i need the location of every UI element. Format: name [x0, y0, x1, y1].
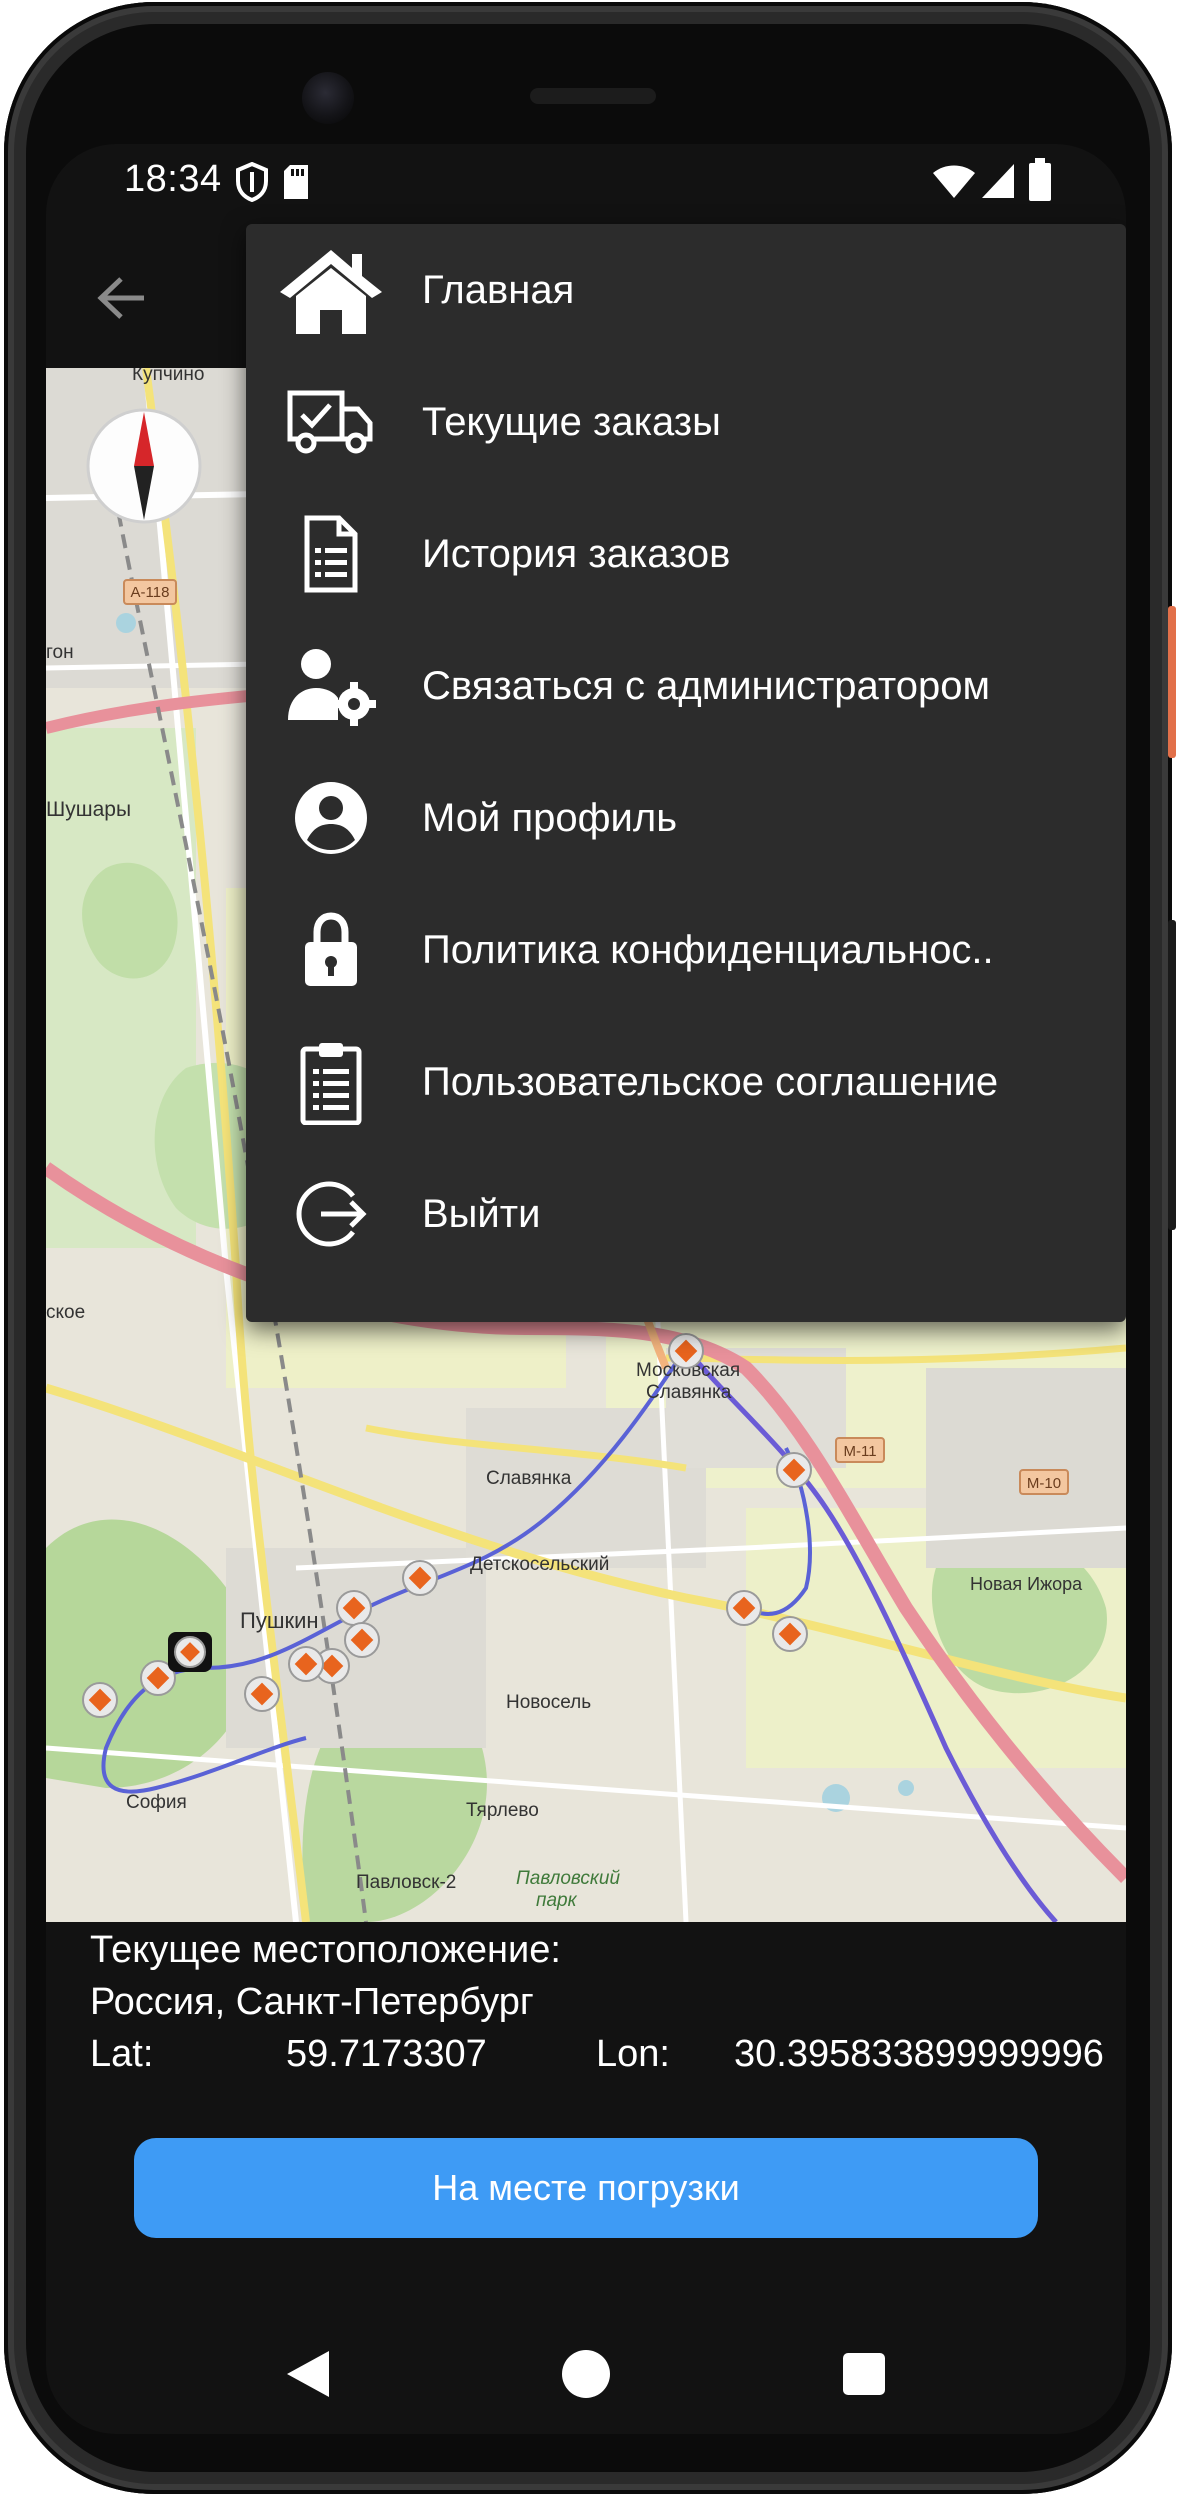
- map-label-detskoselsky: Детскосельский: [470, 1554, 609, 1575]
- menu-item-logout[interactable]: Выйти: [246, 1148, 1126, 1280]
- menu-item-order-history[interactable]: История заказов: [246, 488, 1126, 620]
- map-label-kupchino: Купчино: [132, 368, 204, 385]
- menu-label-order-history: История заказов: [422, 532, 731, 576]
- map-label-tyarlevo: Тярлево: [466, 1800, 539, 1821]
- vehicle-marker-icon[interactable]: [168, 1632, 212, 1672]
- nav-back-button[interactable]: [268, 2334, 348, 2414]
- menu-item-privacy-policy[interactable]: Политика конфиденциальнос..: [246, 884, 1126, 1016]
- earpiece-speaker: [530, 88, 656, 104]
- map-label-slavyanka: Славянка: [486, 1468, 572, 1489]
- menu-label-my-profile: Мой профиль: [422, 796, 678, 840]
- battery-icon: [1028, 158, 1052, 207]
- orange-diamond-marker-icon[interactable]: [668, 1333, 704, 1369]
- nav-home-button[interactable]: [546, 2334, 626, 2414]
- menu-label-user-agreement: Пользовательское соглашение: [422, 1060, 999, 1104]
- menu-label-current-orders: Текущие заказы: [422, 400, 721, 444]
- menu-item-my-profile[interactable]: Мой профиль: [246, 752, 1126, 884]
- road-shield-m11: М-11: [835, 1437, 885, 1463]
- clipboard-list-icon: [276, 1036, 386, 1128]
- lon-value: 30.395833899999996: [734, 2033, 1104, 2075]
- map-label-pavlovsk2: Павловск-2: [356, 1872, 456, 1893]
- menu-label-logout: Выйти: [422, 1192, 541, 1236]
- road-shield-a118: А-118: [123, 579, 177, 605]
- menu-item-user-agreement[interactable]: Пользовательское соглашение: [246, 1016, 1126, 1148]
- menu-label-contact-admin: Связаться с администратором: [422, 664, 991, 708]
- back-triangle-icon: [287, 2351, 329, 2397]
- document-list-icon: [276, 508, 386, 600]
- map-label-novaya-izhora: Новая Ижора: [970, 1574, 1083, 1594]
- logout-icon: [276, 1168, 386, 1260]
- orange-diamond-marker-icon[interactable]: [336, 1590, 372, 1626]
- volume-button: [1168, 920, 1176, 1230]
- arrow-left-icon: [97, 277, 144, 319]
- signal-icon: [980, 162, 1016, 205]
- map-label-gon: гон: [46, 642, 74, 663]
- system-nav-bar: [46, 2314, 1126, 2434]
- account-circle-icon: [276, 772, 386, 864]
- home-icon: [276, 244, 386, 336]
- lat-value: 59.7173307: [286, 2033, 487, 2075]
- menu-label-home: Главная: [422, 268, 575, 312]
- lat-label: Lat:: [90, 2033, 154, 2075]
- power-button: [1168, 606, 1176, 758]
- lon-label: Lon:: [596, 2033, 670, 2075]
- map-label-park: парк: [536, 1890, 578, 1911]
- at-loading-place-button[interactable]: На месте погрузки: [134, 2138, 1038, 2238]
- wifi-icon: [932, 164, 976, 205]
- home-circle-icon: [562, 2350, 610, 2398]
- road-shield-m10: М-10: [1019, 1469, 1069, 1495]
- menu-item-current-orders[interactable]: Текущие заказы: [246, 356, 1126, 488]
- back-button[interactable]: [88, 264, 156, 332]
- map-label-sofia: София: [126, 1792, 187, 1813]
- svg-text:М-10: М-10: [1027, 1475, 1061, 1492]
- recents-square-icon: [843, 2353, 885, 2395]
- status-bar: 18:34: [46, 144, 1126, 224]
- location-address: Россия, Санкт-Петербург: [90, 1981, 534, 2023]
- shield-icon: [234, 161, 270, 207]
- nav-recents-button[interactable]: [824, 2334, 904, 2414]
- orange-diamond-marker-icon[interactable]: [288, 1646, 324, 1682]
- user-gear-icon: [276, 640, 386, 732]
- orange-diamond-marker-icon[interactable]: [402, 1560, 438, 1596]
- lock-icon: [276, 904, 386, 996]
- svg-text:М-11: М-11: [843, 1443, 876, 1460]
- location-heading: Текущее местоположение:: [90, 1929, 561, 1971]
- status-time: 18:34: [124, 158, 222, 200]
- menu-item-home[interactable]: Главная: [246, 224, 1126, 356]
- menu-label-privacy-policy: Политика конфиденциальнос..: [422, 928, 994, 972]
- truck-check-icon: [276, 376, 386, 468]
- menu-item-contact-admin[interactable]: Связаться с администратором: [246, 620, 1126, 752]
- sd-card-icon: [282, 164, 310, 205]
- map-label-pushkin: Пушкин: [240, 1608, 319, 1633]
- coordinates-row: Lat: 59.7173307 Lon: 30.395833899999996: [90, 2028, 1110, 2080]
- orange-diamond-marker-icon[interactable]: [776, 1452, 812, 1488]
- orange-diamond-marker-icon[interactable]: [726, 1590, 762, 1626]
- orange-diamond-marker-icon[interactable]: [82, 1682, 118, 1718]
- map-label-skoe: ское: [46, 1302, 85, 1323]
- map-label-pavlovsky-park: Павловский: [516, 1868, 620, 1889]
- svg-text:А-118: А-118: [131, 584, 170, 601]
- screen: 18:34 А-118 М-11 М-10 Купчино гон Шушары…: [46, 144, 1126, 2434]
- navigation-menu: Главная Текущие заказы История заказов С…: [246, 224, 1126, 1322]
- front-camera: [302, 72, 354, 124]
- compass-icon[interactable]: [86, 408, 202, 524]
- location-info: Текущее местоположение: Россия, Санкт-Пе…: [90, 1924, 1110, 2080]
- map-label-novoe: Новосель: [506, 1692, 591, 1713]
- orange-diamond-marker-icon[interactable]: [344, 1622, 380, 1658]
- orange-diamond-marker-icon[interactable]: [244, 1676, 280, 1712]
- map-label-shushary: Шушары: [46, 798, 131, 821]
- map-label-moskovskaya-slavyanka: Славянка: [646, 1382, 732, 1403]
- orange-diamond-marker-icon[interactable]: [772, 1616, 808, 1652]
